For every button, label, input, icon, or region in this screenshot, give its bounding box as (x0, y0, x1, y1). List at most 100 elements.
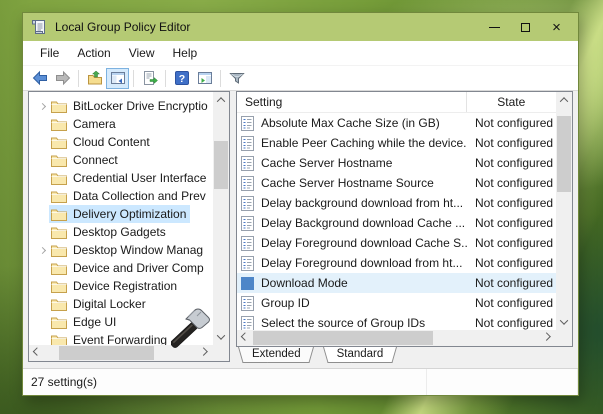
settings-list-pane: Setting State Absolute Max Cache Size (i… (236, 91, 573, 347)
policy-icon (241, 136, 254, 151)
setting-state: Not configured (467, 176, 553, 190)
folder-icon (51, 190, 67, 203)
policy-icon (241, 176, 254, 191)
settings-list: Setting State Absolute Max Cache Size (i… (237, 92, 556, 330)
setting-name: Delay background download from ht... (261, 196, 467, 210)
help-button[interactable]: ? (170, 68, 193, 89)
tree-horizontal-scrollbar[interactable] (29, 345, 213, 361)
policy-icon (241, 156, 254, 171)
policy-icon (241, 316, 254, 331)
folder-icon (51, 244, 67, 257)
scroll-down-arrow[interactable] (556, 314, 572, 330)
tree-vertical-scrollbar[interactable] (213, 92, 229, 345)
policy-scroll-icon (31, 19, 47, 35)
export-list-button[interactable] (138, 68, 161, 89)
scroll-right-arrow[interactable] (197, 345, 213, 361)
tree-item-bitlocker[interactable]: BitLocker Drive Encryptio (29, 97, 213, 115)
tree-item-label: Desktop Window Manag (73, 243, 203, 257)
folder-icon (51, 334, 67, 346)
tree-item-label: Event Forwarding (73, 333, 167, 345)
forward-icon (55, 70, 71, 86)
title-bar[interactable]: Local Group Policy Editor × (23, 13, 578, 41)
setting-name: Absolute Max Cache Size (in GB) (261, 116, 467, 130)
list-item[interactable]: Enable Peer Caching while the device... … (237, 133, 556, 153)
scrollbar-thumb[interactable] (557, 116, 571, 192)
list-item[interactable]: Cache Server Hostname Not configured (237, 153, 556, 173)
tree-item-credential-ui[interactable]: Credential User Interface (29, 169, 213, 187)
tree-item-device-registration[interactable]: Device Registration (29, 277, 213, 295)
list-item[interactable]: Cache Server Hostname Source Not configu… (237, 173, 556, 193)
scrollbar-thumb[interactable] (214, 141, 228, 189)
menu-action[interactable]: Action (68, 43, 119, 63)
scroll-up-arrow[interactable] (213, 92, 229, 108)
column-header-setting[interactable]: Setting (237, 95, 466, 109)
setting-state: Not configured (467, 316, 553, 330)
setting-state: Not configured (467, 216, 553, 230)
column-header-state[interactable]: State (466, 92, 556, 112)
scroll-up-arrow[interactable] (556, 92, 572, 108)
minimize-button[interactable] (479, 13, 510, 41)
filter-button[interactable] (225, 68, 248, 89)
scroll-right-arrow[interactable] (540, 330, 556, 346)
up-one-level-icon (87, 70, 103, 86)
forward-button[interactable] (51, 68, 74, 89)
selected-policy-icon (241, 277, 254, 290)
setting-name: Delay Background download Cache ... (261, 216, 467, 230)
tree-item-label: Device Registration (73, 279, 177, 293)
folder-icon (51, 316, 67, 329)
list-item[interactable]: Group ID Not configured (237, 293, 556, 313)
tree-item-digital-locker[interactable]: Digital Locker (29, 295, 213, 313)
setting-state: Not configured (467, 136, 553, 150)
filter-icon (229, 70, 245, 86)
tree-item-dwm[interactable]: Desktop Window Manag (29, 241, 213, 259)
scrollbar-thumb[interactable] (59, 346, 154, 360)
action-pane-icon (197, 70, 213, 86)
tree-item-data-collection[interactable]: Data Collection and Prev (29, 187, 213, 205)
tree-item-edge-ui[interactable]: Edge UI (29, 313, 213, 331)
menu-help[interactable]: Help (164, 43, 207, 63)
show-action-pane-button[interactable] (193, 68, 216, 89)
setting-name: Group ID (261, 296, 467, 310)
setting-name: Download Mode (261, 276, 467, 290)
minimize-icon (489, 27, 500, 28)
list-item[interactable]: Select the source of Group IDs Not confi… (237, 313, 556, 330)
menu-view[interactable]: View (120, 43, 164, 63)
tree-item-desktop-gadgets[interactable]: Desktop Gadgets (29, 223, 213, 241)
tree-item-device-driver-compat[interactable]: Device and Driver Comp (29, 259, 213, 277)
back-button[interactable] (28, 68, 51, 89)
tree-item-cloud-content[interactable]: Cloud Content (29, 133, 213, 151)
scrollbar-thumb[interactable] (253, 331, 433, 345)
list-item[interactable]: Delay Foreground download Cache S... Not… (237, 233, 556, 253)
tree-item-connect[interactable]: Connect (29, 151, 213, 169)
list-vertical-scrollbar[interactable] (556, 92, 572, 330)
svg-text:?: ? (178, 73, 184, 85)
tab-standard[interactable]: Standard (323, 347, 398, 363)
toolbar: ? (23, 66, 578, 91)
menu-file[interactable]: File (31, 43, 68, 63)
close-button[interactable]: × (541, 13, 572, 41)
scroll-left-arrow[interactable] (237, 330, 253, 346)
tab-extended[interactable]: Extended (238, 347, 315, 363)
list-item[interactable]: Delay Background download Cache ... Not … (237, 213, 556, 233)
up-one-level-button[interactable] (83, 68, 106, 89)
show-console-tree-button[interactable] (106, 68, 129, 89)
policy-icon (241, 116, 254, 131)
scroll-left-arrow[interactable] (29, 345, 45, 361)
list-horizontal-scrollbar[interactable] (237, 330, 556, 346)
tree-item-camera[interactable]: Camera (29, 115, 213, 133)
list-item[interactable]: Delay Foreground download from ht... Not… (237, 253, 556, 273)
policy-icon (241, 256, 254, 271)
scroll-down-arrow[interactable] (213, 329, 229, 345)
tree-item-event-forwarding[interactable]: Event Forwarding (29, 331, 213, 345)
list-item-selected[interactable]: Download Mode Not configured (237, 273, 556, 293)
chevron-right-icon[interactable] (35, 104, 49, 109)
list-item[interactable]: Delay background download from ht... Not… (237, 193, 556, 213)
chevron-right-icon[interactable] (35, 248, 49, 253)
setting-name: Delay Foreground download Cache S... (261, 236, 467, 250)
tree-list: BitLocker Drive Encryptio Camera Cloud C… (29, 92, 213, 345)
tree-item-delivery-optimization[interactable]: Delivery Optimization (29, 205, 213, 223)
list-item[interactable]: Absolute Max Cache Size (in GB) Not conf… (237, 113, 556, 133)
folder-icon (51, 208, 67, 221)
maximize-button[interactable] (510, 13, 541, 41)
console-tree-pane: BitLocker Drive Encryptio Camera Cloud C… (28, 91, 230, 362)
